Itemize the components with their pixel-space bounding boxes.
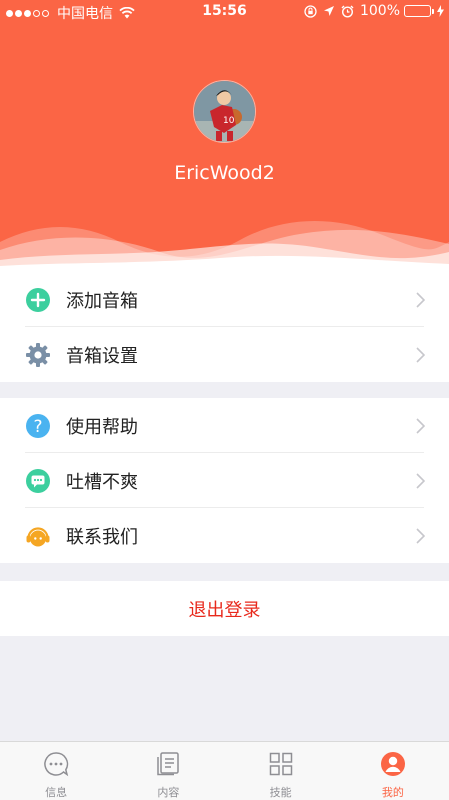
menu-item-help[interactable]: ? 使用帮助 <box>0 398 449 453</box>
tab-label: 技能 <box>269 786 292 799</box>
tab-label: 我的 <box>381 786 404 799</box>
svg-text:?: ? <box>33 417 42 437</box>
alarm-icon <box>341 5 354 18</box>
charging-bolt-icon <box>437 5 444 17</box>
chat-bubble-icon <box>25 468 51 494</box>
question-circle-icon: ? <box>25 413 51 439</box>
tab-skills[interactable]: 技能 <box>225 742 337 800</box>
svg-text:10: 10 <box>223 116 235 126</box>
menu-item-label: 添加音箱 <box>66 290 138 312</box>
profile-icon <box>380 751 406 781</box>
chat-icon <box>43 751 69 781</box>
chevron-right-icon <box>416 473 426 489</box>
tab-mine[interactable]: 我的 <box>337 742 449 800</box>
menu-item-label: 联系我们 <box>66 526 138 548</box>
location-arrow-icon <box>323 5 335 17</box>
plus-circle-icon <box>25 287 51 313</box>
grid-icon <box>268 751 294 781</box>
menu-item-label: 音箱设置 <box>66 345 138 367</box>
battery-percent: 100% <box>359 3 400 19</box>
logout-label: 退出登录 <box>188 599 261 621</box>
document-icon <box>155 751 181 781</box>
menu-item-feedback[interactable]: 吐槽不爽 <box>0 453 449 508</box>
menu-item-label: 使用帮助 <box>66 416 138 438</box>
gear-icon <box>25 342 51 368</box>
tab-content[interactable]: 内容 <box>112 742 224 800</box>
chevron-right-icon <box>416 528 426 544</box>
headset-icon <box>25 523 51 549</box>
menu-group-device: 添加音箱 音箱设置 <box>0 272 449 382</box>
status-bar: 中国电信 15:56 100% <box>0 0 449 24</box>
menu-item-add-speaker[interactable]: 添加音箱 <box>0 272 449 327</box>
menu-item-contact-us[interactable]: 联系我们 <box>0 508 449 563</box>
menu-item-speaker-settings[interactable]: 音箱设置 <box>0 327 449 382</box>
wave-decoration <box>0 221 449 272</box>
tab-bar: 信息 内容 技能 我的 <box>0 741 449 800</box>
chevron-right-icon <box>416 292 426 308</box>
tab-label: 信息 <box>45 786 68 799</box>
tab-label: 内容 <box>157 786 180 799</box>
profile-header: 中国电信 15:56 100% 10 EricWood2 <box>0 0 449 272</box>
battery-icon <box>404 5 434 17</box>
logout-button[interactable]: 退出登录 <box>0 581 449 636</box>
menu-item-label: 吐槽不爽 <box>66 471 138 493</box>
menu-group-support: ? 使用帮助 吐槽不爽 联系我们 <box>0 398 449 563</box>
chevron-right-icon <box>416 418 426 434</box>
tab-messages[interactable]: 信息 <box>0 742 112 800</box>
chevron-right-icon <box>416 347 426 363</box>
username: EricWood2 <box>174 162 275 184</box>
orientation-lock-icon <box>304 4 317 18</box>
avatar[interactable]: 10 <box>193 80 256 143</box>
